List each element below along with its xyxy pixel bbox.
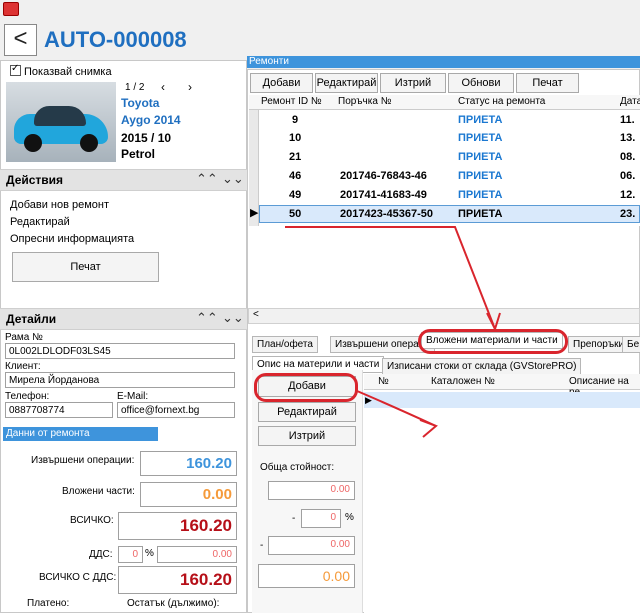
annotation-arrows bbox=[285, 226, 501, 438]
